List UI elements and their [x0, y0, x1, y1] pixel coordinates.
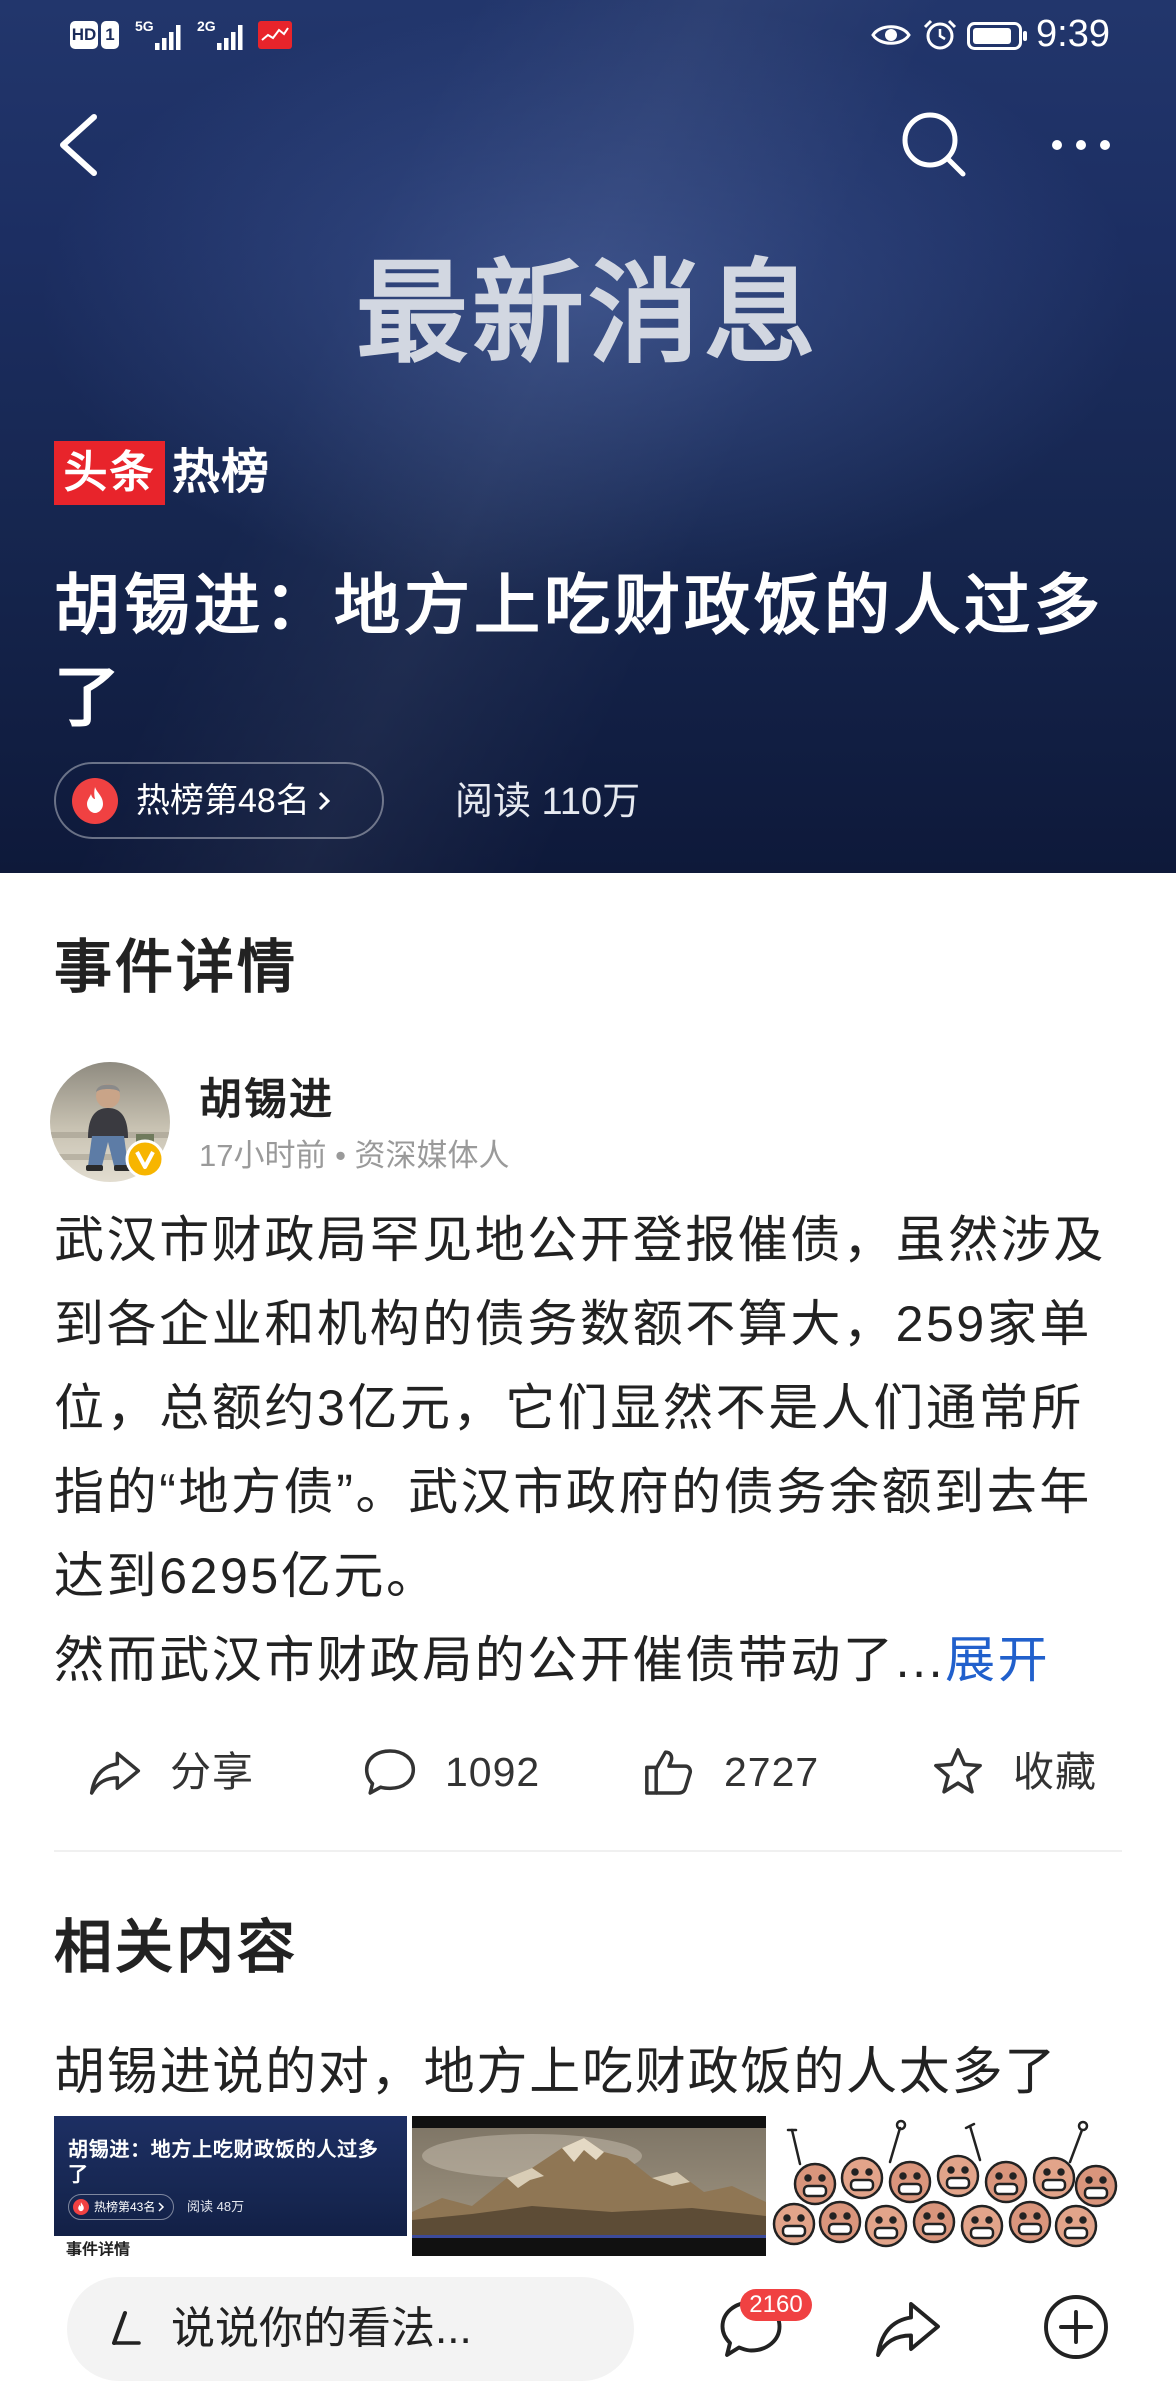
comment-input-placeholder: 说说你的看法...: [171, 2304, 472, 2353]
clock: 9:39: [1036, 13, 1110, 55]
thumbnail-content-strip: 事件详情: [54, 2236, 407, 2256]
status-bar: HD 1 5G 2G 9:39: [0, 0, 1176, 70]
signal-5g: 5G: [135, 18, 184, 52]
fire-icon: [73, 2199, 89, 2215]
comment-icon: [364, 1749, 416, 1795]
favorite-button[interactable]: 收藏: [930, 1744, 1097, 1800]
star-icon: [934, 1748, 982, 1794]
article-body: 武汉市财政局罕见地公开登报催债，虽然涉及 到各企业和机构的债务数额不算大，259…: [54, 1198, 1164, 1702]
network-type-label: 5G: [135, 18, 154, 34]
share-icon: [89, 1751, 141, 1795]
thumbnail-headline: 胡锡进：地方上吃财政饭的人过多了: [68, 2139, 379, 2186]
share-label: 分享: [170, 1749, 254, 1795]
signal-bars-icon: [154, 25, 181, 50]
thumbnail-read-count: 阅读 48万: [187, 2199, 245, 2214]
mountain-photo: [412, 2116, 766, 2256]
alarm-icon: [923, 19, 957, 50]
section-divider: [54, 1850, 1122, 1852]
comment-count: 1092: [445, 1749, 541, 1795]
add-circle-icon: [1044, 2295, 1108, 2359]
brand-logo-text: 热榜: [172, 446, 271, 499]
eye-icon: [871, 25, 911, 45]
verified-icon: [125, 1139, 165, 1179]
app-notification-icon: [258, 21, 292, 49]
back-arrow-icon: [60, 114, 97, 176]
like-count: 2727: [724, 1749, 820, 1795]
article-line: 位，总额约3亿元，它们显然不是人们通常所: [54, 1380, 1084, 1436]
battery-icon: [967, 22, 1027, 50]
article-teaser-line: 然而武汉市财政局的公开催债带动了...展开: [54, 1618, 1164, 1702]
share-button[interactable]: 分享: [87, 1744, 254, 1800]
article-line: 武汉市财政局罕见地公开登报催债，虽然涉及: [54, 1212, 1106, 1268]
expand-link[interactable]: 展开: [945, 1632, 1050, 1688]
event-section-title: 事件详情: [54, 935, 299, 1000]
fire-icon: [72, 777, 118, 824]
favorite-label: 收藏: [1013, 1749, 1097, 1795]
article-teaser: 然而武汉市财政局的公开催债带动了...: [54, 1632, 946, 1688]
cartoon-crowd-image: [772, 2119, 1118, 2248]
article-line: 达到6295亿元。: [54, 1548, 439, 1604]
search-button[interactable]: [888, 98, 978, 188]
back-button[interactable]: [40, 100, 120, 190]
more-dots-icon: [1052, 140, 1110, 150]
article-line: 到各企业和机构的债务数额不算大，259家单: [54, 1296, 1093, 1352]
author-meta: 17小时前 • 资深媒体人: [199, 1138, 510, 1173]
hot-rank-pill[interactable]: 热榜第48名: [54, 762, 384, 839]
hot-rank-label: 热榜第48名: [136, 781, 310, 820]
related-thumbnail-1[interactable]: 胡锡进：地方上吃财政饭的人过多了 热榜第43名 阅读 48万 事件详情: [54, 2116, 407, 2256]
bottom-bar: 说说你的看法... 2160: [0, 2258, 1176, 2400]
hd-indicator: HD: [70, 21, 98, 49]
author-name[interactable]: 胡锡进: [199, 1075, 334, 1125]
read-count: 阅读 110万: [455, 781, 641, 823]
signal-2g: 2G: [197, 18, 246, 52]
chevron-right-icon: [318, 791, 330, 810]
comment-count-badge: 2160: [740, 2289, 812, 2321]
signal-bars-icon: [216, 25, 243, 50]
like-button[interactable]: 2727: [641, 1744, 819, 1800]
comment-input[interactable]: 说说你的看法...: [67, 2277, 634, 2381]
related-thumbnail-3[interactable]: [770, 2116, 1122, 2256]
thumbnail-section-title: 事件详情: [66, 2242, 131, 2256]
verified-badge: [125, 1139, 165, 1179]
sim-indicator: 1: [101, 21, 119, 49]
search-icon: [902, 112, 966, 177]
comment-button[interactable]: 1092: [362, 1744, 540, 1800]
chevron-right-icon: [158, 2202, 165, 2212]
network-type-label: 2G: [197, 18, 216, 34]
brand-logo-red: 头条: [54, 441, 165, 505]
share-icon: [876, 2302, 940, 2357]
hot-topic-header: HD 1 5G 2G 9:39 最新消息 头条 热榜 胡锡进：地方上吃财政饭的人…: [0, 0, 1176, 873]
article-line: 指的“地方债”。武汉市政府的债务余额到去年: [54, 1464, 1092, 1520]
page-title: 胡锡进：地方上吃财政饭的人过多了: [54, 568, 1104, 734]
pen-icon: [112, 2311, 141, 2345]
related-thumbnail-2[interactable]: [412, 2116, 766, 2256]
more-button[interactable]: [1040, 125, 1120, 165]
add-button[interactable]: [1040, 2291, 1112, 2363]
thumbs-up-icon: [645, 1750, 693, 1795]
thumbnail-rank-pill: 热榜第43名: [68, 2194, 175, 2220]
related-section-title: 相关内容: [54, 1915, 299, 1980]
related-item-title[interactable]: 胡锡进说的对，地方上吃财政饭的人太多了: [54, 2040, 1057, 2104]
share-bottom-button[interactable]: [872, 2292, 944, 2364]
thumbnail-rank-label: 热榜第43名: [94, 2200, 156, 2214]
banner-headline: 最新消息: [356, 251, 820, 376]
